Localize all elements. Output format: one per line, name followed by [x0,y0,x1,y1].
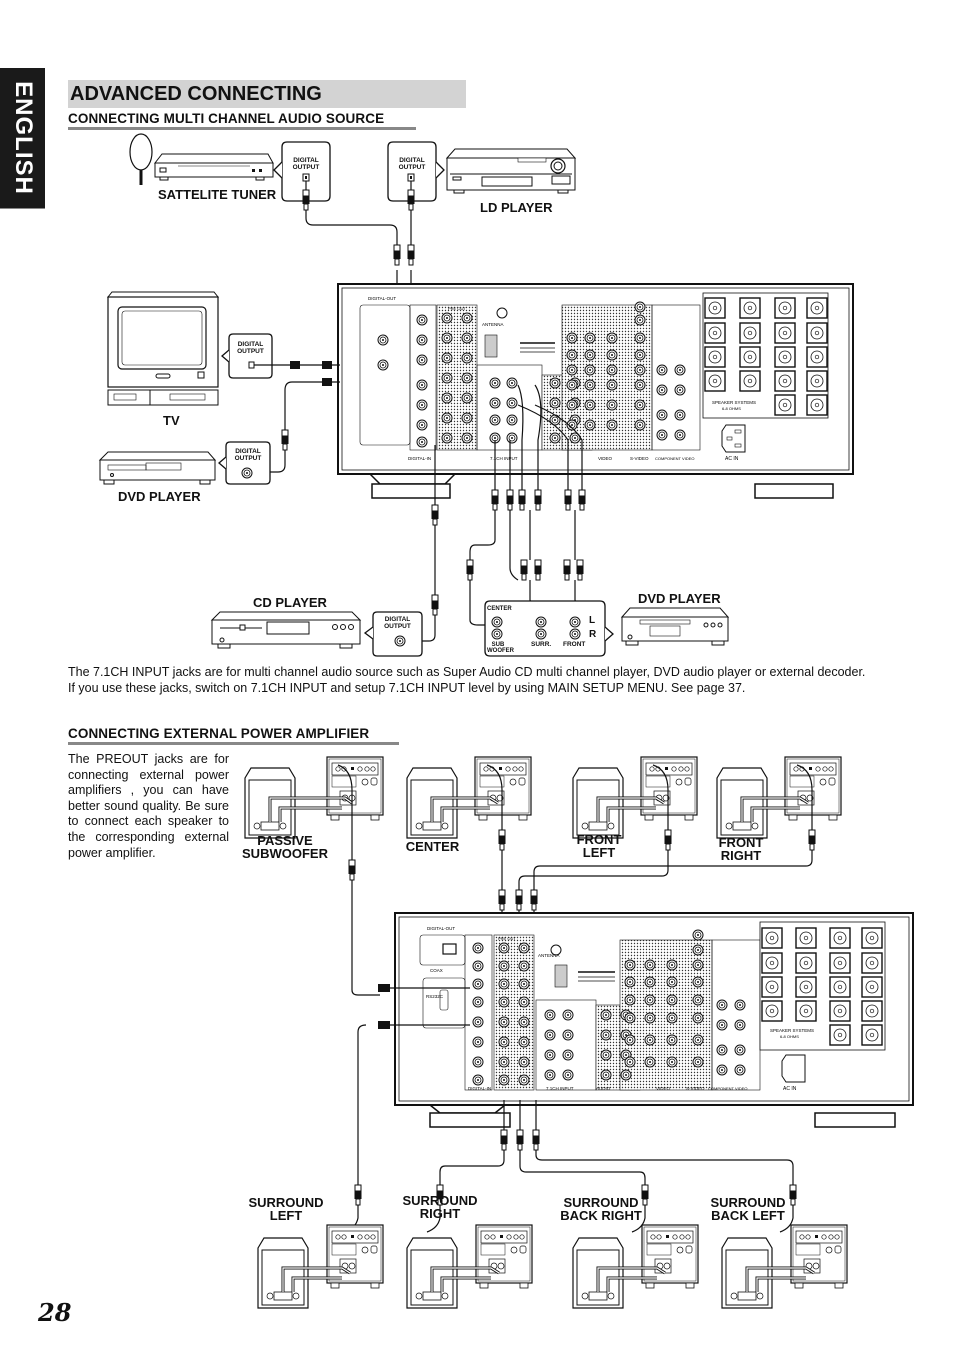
speaker-systems-label: SPEAKER SYSTEMS [712,400,756,405]
dvd-player-device-multi [620,607,730,646]
component-video-label: COMPONENT VIDEO [655,456,695,461]
digital-in-label: DIGITAL-IN [408,456,431,461]
label-cd-player: CD PLAYER [253,595,327,610]
description-line-1: The 7.1CH INPUT jacks are for multi chan… [68,665,866,679]
satellite-dish-icon [129,133,153,185]
label-passive-subwoofer: PASSIVE SUBWOOFER [242,833,328,861]
ohms-label: 6-8 OHMS [722,406,741,411]
callout-cd-text: DIGITAL OUTPUT [384,616,411,630]
amp-speaker-set-front-right [716,756,842,839]
jack-label-front: FRONT [563,641,586,648]
ch71-input-label-2: 7.1CH INPUT [546,1086,574,1091]
amp-speaker-set-surround-right [406,1224,533,1309]
dvd-player-device-digital [98,451,217,485]
page-number: 28 [38,1298,72,1327]
tuner-digital-output-callout [273,141,331,202]
video-label: VIDEO [598,456,613,461]
amp-speaker-set-surround-back-left [721,1224,848,1309]
label-front-left: FRONT LEFT [576,832,622,860]
digital-in-label-2: DIGITAL-IN [468,1086,491,1091]
label-dvd-player-multi: DVD PLAYER [638,591,721,606]
satellite-tuner-device [153,153,274,181]
cd-player-device [210,611,362,649]
coax-label-2: COAX [430,968,443,973]
label-surround-back-right: SURROUND BACK RIGHT [560,1195,642,1223]
ohms-label-2: 6-8 OHMS [780,1034,799,1039]
label-dvd-player-digital: DVD PLAYER [118,489,201,504]
ld-digital-output-callout [387,141,445,202]
label-surround-right: SURROUND RIGHT [402,1193,478,1221]
amp-speaker-set-surround-left [257,1224,384,1309]
label-satellite-tuner: SATTELITE TUNER [158,187,277,202]
ch71-input-label: 7.1CH INPUT [490,456,518,461]
audio-label-2: AUDIO [596,1086,611,1091]
s-video-label-2: S-VIDEO [686,1086,705,1091]
video-label-2: VIDEO [656,1086,671,1091]
digital-out-label: DIGITAL-OUT [368,296,396,301]
label-front-right: FRONT RIGHT [718,835,764,863]
ld-player-device [445,148,577,194]
label-surround-left: SURROUND LEFT [248,1195,324,1223]
pre-out-label-2: PRE OUT [498,936,516,941]
receiver-rear-panel-bottom [394,912,914,1128]
section-heading-external-amp: CONNECTING EXTERNAL POWER AMPLIFIER [68,726,399,745]
label-surround-back-left: SURROUND BACK LEFT [710,1195,786,1223]
ac-in-label-2: AC IN [783,1086,797,1092]
antenna-label-2: ANTENNA [538,953,560,958]
jack-label-r: R [589,629,597,640]
callout-dvd-text: DIGITAL OUTPUT [234,448,262,462]
callout-tuner-text: DIGITAL OUTPUT [292,157,320,171]
label-tv: TV [163,413,180,428]
jack-label-surr: SURR. [531,641,552,648]
component-video-label-2: COMPONENT VIDEO [708,1086,748,1091]
rs232c-label-2: RS232C [426,994,444,999]
tv-device [106,291,220,406]
amp-speaker-set-front-left [572,756,698,839]
label-center: CENTER [405,839,460,854]
label-ld-player: LD PLAYER [480,200,553,215]
receiver-rear-panel-top [337,283,854,499]
digital-out-label-2: DIGITAL-OUT [427,926,455,931]
amp-speaker-set-subwoofer [244,756,384,839]
pre-out-label: PRE OUT [448,306,466,311]
s-video-label: S-VIDEO [630,456,649,461]
external-amp-description: The PREOUT jacks are for connecting exte… [68,752,229,860]
amp-speaker-set-surround-back-right [572,1224,699,1309]
callout-tv-text: DIGITAL OUTPUT [237,341,264,355]
jack-label-subwoofer: SUB WOOFER [487,642,514,654]
multi-channel-description: The 7.1CH INPUT jacks are for multi chan… [68,664,928,696]
jack-label-l: L [589,615,596,626]
ac-in-label: AC IN [725,456,739,462]
jack-label-center: CENTER [487,606,512,612]
antenna-label: ANTENNA [482,322,504,327]
speaker-systems-label-2: SPEAKER SYSTEMS [770,1028,814,1033]
description-line-2: If you use these jacks, switch on 7.1CH … [68,681,746,695]
callout-ld-text: DIGITAL OUTPUT [398,157,426,171]
amp-speaker-set-center [406,756,532,839]
